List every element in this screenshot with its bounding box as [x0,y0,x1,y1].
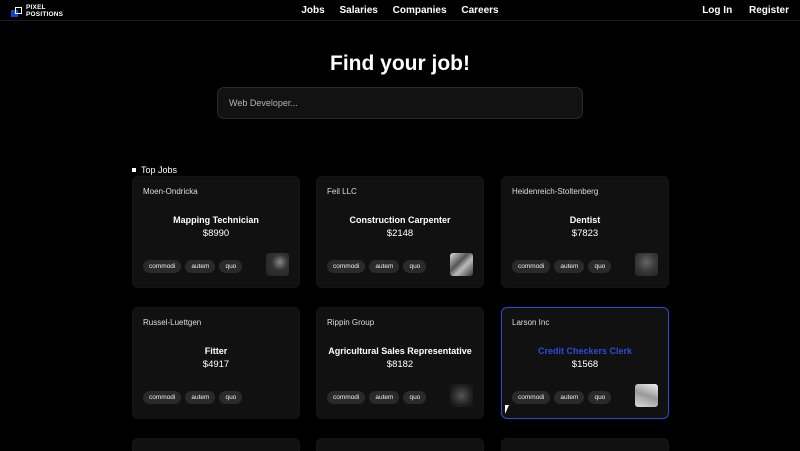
page-title: Find your job! [330,52,470,75]
job-card[interactable]: Larson Inc Credit Checkers Clerk $1568 c… [501,307,669,419]
job-title[interactable]: Mapping Technician [133,215,299,225]
job-card[interactable] [132,438,300,451]
employer-logo [635,253,658,276]
tag[interactable]: commodi [512,391,551,404]
tag[interactable]: commodi [143,391,182,404]
bullet-icon [132,168,136,172]
tag[interactable]: autem [554,391,585,404]
tag[interactable]: autem [369,391,400,404]
auth-links: Log In Register [688,5,789,16]
job-salary: $8182 [386,359,414,370]
job-salary: $1568 [571,359,599,370]
nav-careers[interactable]: Careers [461,5,498,16]
nav-salaries[interactable]: Salaries [340,5,378,16]
employer-logo [450,253,473,276]
nav-jobs[interactable]: Jobs [301,5,324,16]
employer-logo [635,384,658,407]
section-title: Top Jobs [132,165,177,175]
tag[interactable]: autem [185,260,216,273]
job-title[interactable]: Construction Carpenter [317,215,483,225]
job-salary: $8990 [202,228,230,239]
job-title[interactable]: Fitter [133,346,299,356]
tag[interactable]: commodi [327,391,366,404]
tag[interactable]: autem [185,391,216,404]
search-input[interactable] [217,87,583,119]
job-company: Rippin Group [327,318,375,327]
tag[interactable]: quo [403,260,427,273]
job-title[interactable]: Dentist [502,215,668,225]
job-card[interactable] [316,438,484,451]
job-company: Feil LLC [327,187,357,196]
page: PIXEL POSITIONS Jobs Salaries Companies … [0,0,800,451]
tag[interactable]: quo [588,260,612,273]
tag[interactable]: commodi [512,260,551,273]
job-card[interactable]: Heidenreich-Stoltenberg Dentist $7823 co… [501,176,669,288]
job-card[interactable]: Russel-Luettgen Fitter $4917 commodi aut… [132,307,300,419]
job-tags: commodi autem quo [327,260,430,273]
tag[interactable]: quo [403,391,427,404]
main-nav: Jobs Salaries Companies Careers [0,5,800,16]
register-link[interactable]: Register [749,5,789,16]
job-company: Moen-Ondricka [143,187,198,196]
job-tags: commodi autem quo [143,391,246,404]
job-title[interactable]: Credit Checkers Clerk [502,346,668,356]
tag[interactable]: autem [554,260,585,273]
tag[interactable]: quo [219,260,243,273]
mouse-cursor-icon [505,405,509,414]
job-tags: commodi autem quo [512,391,615,404]
tag[interactable]: autem [369,260,400,273]
job-tags: commodi autem quo [512,260,615,273]
job-tags: commodi autem quo [143,260,246,273]
job-tags: commodi autem quo [327,391,430,404]
job-card[interactable]: Rippin Group Agricultural Sales Represen… [316,307,484,419]
employer-logo [266,253,289,276]
job-card[interactable]: Feil LLC Construction Carpenter $2148 co… [316,176,484,288]
nav-companies[interactable]: Companies [393,5,447,16]
tag[interactable]: commodi [327,260,366,273]
job-company: Larson Inc [512,318,550,327]
job-salary: $2148 [386,228,414,239]
employer-logo [450,384,473,407]
job-company: Russel-Luettgen [143,318,202,327]
job-salary: $4917 [202,359,230,370]
job-company: Heidenreich-Stoltenberg [512,187,599,196]
tag[interactable]: commodi [143,260,182,273]
job-card[interactable]: Moen-Ondricka Mapping Technician $8990 c… [132,176,300,288]
login-link[interactable]: Log In [702,5,732,16]
job-salary: $7823 [571,228,599,239]
header: PIXEL POSITIONS Jobs Salaries Companies … [0,0,800,21]
job-title[interactable]: Agricultural Sales Representative [317,346,483,356]
section-title-label: Top Jobs [141,165,178,175]
tag[interactable]: quo [219,391,243,404]
job-card[interactable] [501,438,669,451]
tag[interactable]: quo [588,391,612,404]
